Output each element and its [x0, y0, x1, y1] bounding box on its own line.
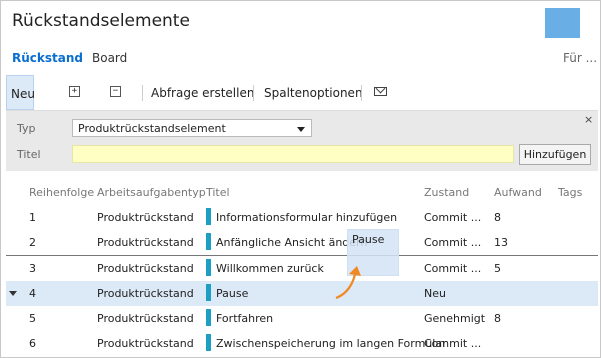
drag-ghost-label: Pause	[352, 233, 385, 246]
row-effort: 8	[494, 211, 501, 224]
toolbar-divider	[253, 85, 254, 101]
row-type: Produktrückstand	[97, 337, 194, 350]
column-header-type[interactable]: Arbeitsaufgabentyp	[97, 186, 206, 199]
type-label: Typ	[17, 122, 36, 135]
create-query-button[interactable]: Abfrage erstellen	[151, 86, 254, 100]
close-icon[interactable]: ×	[584, 113, 593, 126]
tab-backlog[interactable]: Rückstand	[12, 51, 83, 65]
toolbar-divider	[361, 85, 362, 101]
type-select[interactable]: Produktrückstandselement	[72, 119, 312, 137]
table-row[interactable]	[6, 306, 598, 331]
column-header-tags[interactable]: Tags	[558, 186, 582, 199]
column-options-button[interactable]: Spaltenoptionen	[264, 86, 363, 100]
row-title[interactable]: Anfängliche Ansicht ändern	[216, 236, 367, 249]
work-item-color-bar	[206, 233, 211, 250]
collapse-all-icon[interactable]: −	[110, 86, 121, 97]
row-order: 5	[29, 312, 36, 325]
row-state: Commit ...	[424, 337, 482, 350]
column-header-effort[interactable]: Aufwand	[494, 186, 542, 199]
row-title[interactable]: Fortfahren	[216, 312, 273, 325]
row-order: 2	[29, 236, 36, 249]
row-effort: 13	[494, 236, 508, 249]
add-button[interactable]: Hinzufügen	[519, 144, 591, 165]
drag-arrow-icon	[335, 266, 361, 300]
row-effort: 8	[494, 312, 501, 325]
row-type: Produktrückstand	[97, 312, 194, 325]
title-input[interactable]	[72, 145, 514, 163]
email-icon[interactable]	[374, 87, 387, 96]
column-header-state[interactable]: Zustand	[424, 186, 469, 199]
row-order: 4	[29, 287, 36, 300]
column-header-title[interactable]: Titel	[206, 186, 230, 199]
title-label: Titel	[17, 148, 41, 161]
row-order: 1	[29, 211, 36, 224]
work-item-color-bar	[206, 284, 211, 301]
row-state: Genehmigt	[424, 312, 486, 325]
row-arrow-icon[interactable]	[9, 291, 17, 296]
row-type: Produktrückstand	[97, 287, 194, 300]
tab-more[interactable]: Für ...	[563, 51, 597, 65]
row-state: Neu	[424, 287, 446, 300]
row-title[interactable]: Willkommen zurück	[216, 262, 324, 275]
work-item-color-bar	[206, 334, 211, 351]
row-title[interactable]: Pause	[216, 287, 248, 300]
row-state: Commit ...	[424, 262, 482, 275]
tab-board[interactable]: Board	[92, 51, 127, 65]
row-order: 3	[29, 262, 36, 275]
row-order: 6	[29, 337, 36, 350]
expand-all-icon[interactable]: +	[69, 86, 80, 97]
row-effort: 5	[494, 262, 501, 275]
row-state: Commit ...	[424, 211, 482, 224]
chevron-down-icon	[297, 127, 305, 132]
row-type: Produktrückstand	[97, 262, 194, 275]
type-select-value: Produktrückstandselement	[78, 122, 226, 135]
page-title: Rückstandselemente	[12, 11, 190, 31]
work-item-color-bar	[206, 208, 211, 225]
new-button-label: Neu	[11, 87, 35, 101]
work-item-color-bar	[206, 309, 211, 326]
row-title[interactable]: Informationsformular hinzufügen	[216, 211, 397, 224]
row-title[interactable]: Zwischenspeicherung im langen Formular	[216, 337, 447, 350]
row-type: Produktrückstand	[97, 211, 194, 224]
row-state: Commit ...	[424, 236, 482, 249]
new-button[interactable]: Neu	[6, 75, 35, 110]
quick-add-form: Typ Produktrückstandselement Titel Hinzu…	[6, 111, 598, 171]
row-type: Produktrückstand	[97, 236, 194, 249]
toolbar: Neu + − Abfrage erstellen Spaltenoptione…	[6, 75, 598, 111]
thumbnail-image	[545, 8, 580, 38]
work-item-color-bar	[206, 259, 211, 276]
table-row-selected[interactable]	[6, 281, 598, 306]
column-header-order[interactable]: Reihenfolge	[29, 186, 94, 199]
toolbar-divider	[142, 85, 143, 101]
